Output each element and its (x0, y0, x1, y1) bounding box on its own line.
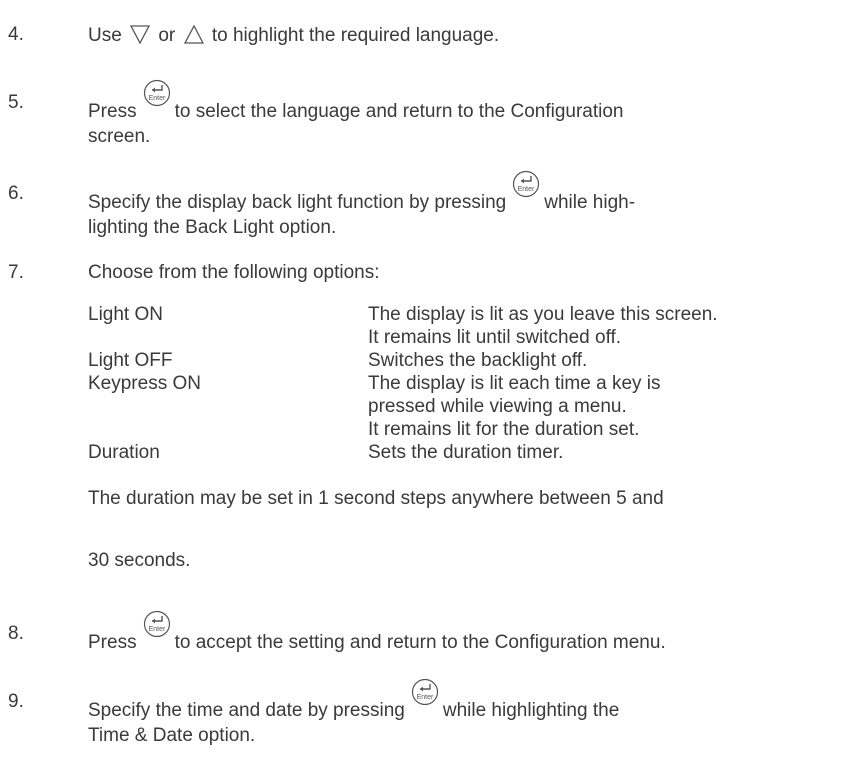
option-name: Light ON (88, 304, 163, 325)
option-name: Keypress ON (88, 373, 201, 394)
enter-key-icon: Enter (512, 170, 540, 204)
step-number: 8. (8, 623, 24, 644)
enter-key-icon: Enter (411, 678, 439, 712)
step-text: Use or to highlight the required languag… (88, 23, 828, 51)
step-text: Specify the display back light function … (88, 170, 828, 239)
option-row: Light ON The display is lit as you leave… (88, 303, 828, 326)
enter-key-icon: Enter (143, 610, 171, 644)
step-text-line2: screen. (88, 126, 151, 147)
enter-key-label: Enter (416, 694, 433, 701)
step-text-end: to accept the setting and return to the … (174, 632, 666, 653)
step-text-start: Press (88, 632, 137, 653)
step-text-start: Specify the time and date by pressing (88, 700, 405, 721)
option-row-cont: It remains lit until switched off. (88, 326, 828, 349)
enter-key-icon: Enter (143, 79, 171, 113)
option-desc: The display is lit each time a key is (368, 373, 661, 394)
option-desc: It remains lit for the duration set. (368, 419, 640, 440)
step-text-end: to highlight the required language. (211, 25, 500, 46)
step-text-end: while highlighting the (442, 700, 620, 721)
duration-note-line2: 30 seconds. (88, 550, 191, 571)
duration-note-line1: The duration may be set in 1 second step… (88, 488, 664, 509)
step-text-line2: Time & Date option. (88, 725, 256, 746)
enter-key-label: Enter (148, 95, 165, 102)
step-text-end: to select the language and return to the… (174, 101, 624, 122)
option-row: Light OFF Switches the backlight off. (88, 349, 828, 372)
option-row-cont: pressed while viewing a menu. (88, 395, 828, 418)
step-text-start: Use (88, 25, 122, 46)
step-number: 5. (8, 92, 24, 113)
step-text: Choose from the following options: (88, 262, 380, 283)
step-number: 9. (8, 691, 24, 712)
step-text-end: while high- (544, 192, 636, 213)
option-row: Duration Sets the duration timer. (88, 441, 828, 464)
option-row: Keypress ON The display is lit each time… (88, 372, 828, 395)
step-text: Press Enter to select the language and ret… (88, 79, 828, 148)
step-text-or: or (158, 25, 176, 46)
option-name: Duration (88, 442, 160, 463)
option-name: Light OFF (88, 350, 173, 371)
step-number: 4. (8, 24, 24, 45)
enter-key-label: Enter (518, 186, 535, 193)
step-text: Press Enter to accept the setting and retu… (88, 610, 828, 656)
option-row-cont: It remains lit for the duration set. (88, 418, 828, 441)
options-table: Light ON The display is lit as you leave… (88, 303, 828, 464)
step-number: 6. (8, 183, 24, 204)
option-desc: Switches the backlight off. (368, 350, 588, 371)
step-text-line2: lighting the Back Light option. (88, 217, 337, 238)
option-desc: pressed while viewing a menu. (368, 396, 627, 417)
up-triangle-icon (183, 23, 205, 51)
option-desc: It remains lit until switched off. (368, 327, 622, 348)
down-triangle-icon (129, 23, 151, 51)
option-desc: The display is lit as you leave this scr… (368, 304, 718, 325)
enter-key-label: Enter (148, 626, 165, 633)
step-text-start: Specify the display back light function … (88, 192, 507, 213)
option-desc: Sets the duration timer. (368, 442, 564, 463)
step-text-start: Press (88, 101, 137, 122)
step-text: Specify the time and date by pressing Ent… (88, 678, 828, 747)
step-number: 7. (8, 262, 24, 283)
